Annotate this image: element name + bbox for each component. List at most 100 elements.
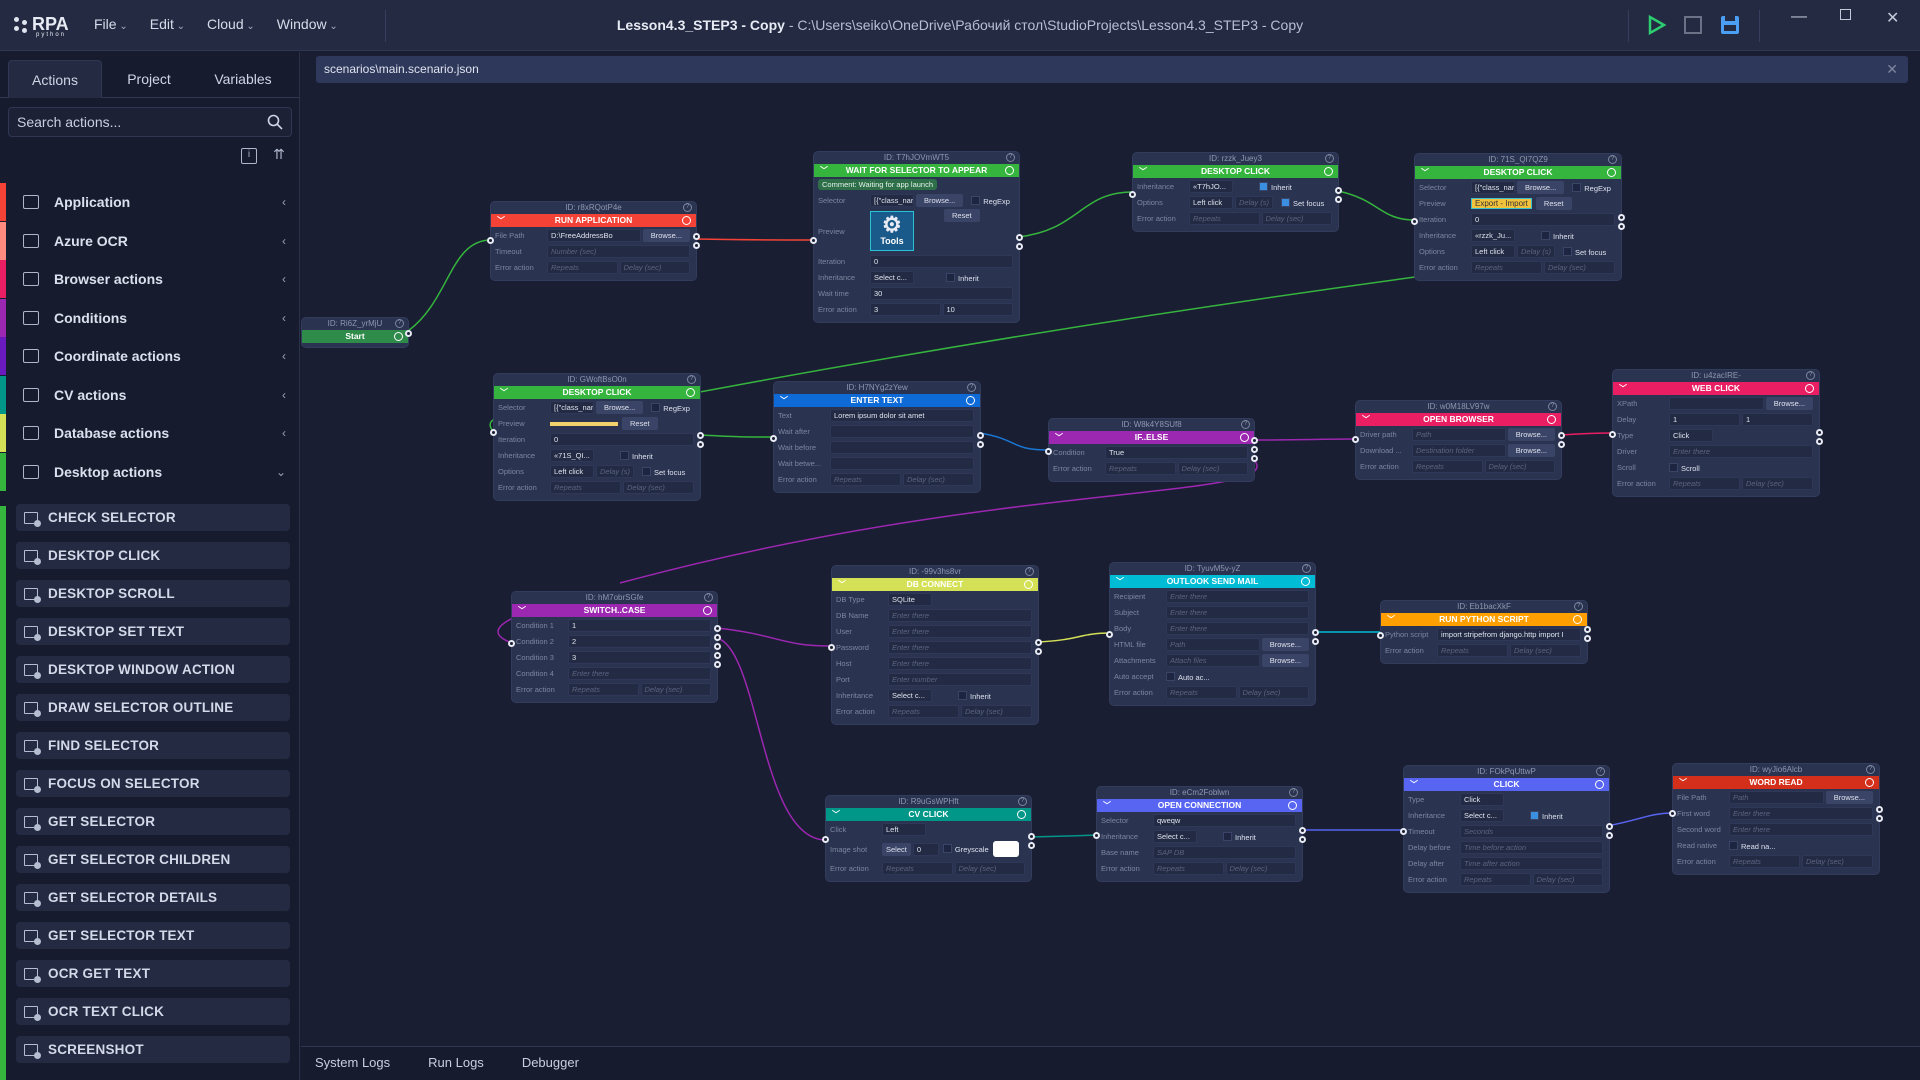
sidebar-category[interactable]: Browser actions ‹: [0, 260, 300, 298]
chevron-left-icon[interactable]: ‹: [282, 311, 286, 325]
help-icon[interactable]: ?: [1866, 765, 1875, 774]
delay-input[interactable]: Delay (sec): [640, 683, 711, 696]
driver-path-input[interactable]: Path: [1412, 428, 1506, 441]
delay-input[interactable]: Delay (sec): [1225, 862, 1296, 875]
chevron-down-icon[interactable]: ﹀: [838, 578, 846, 591]
error-port[interactable]: [1558, 441, 1565, 448]
delay-input[interactable]: Delay (sec): [619, 261, 690, 274]
node-enter-text[interactable]: ID: H7NYg2zYew? ﹀ ENTER TEXT Text Lorem ip…: [770, 382, 984, 492]
action-item[interactable]: SCREENSHOT: [16, 1036, 290, 1063]
repeats-input[interactable]: Repeats: [1729, 855, 1800, 868]
password-input[interactable]: Enter there: [888, 641, 1032, 654]
comment-icon[interactable]: [394, 332, 403, 341]
comment-icon[interactable]: [1017, 810, 1026, 819]
true-port[interactable]: [1251, 437, 1258, 444]
chevron-down-icon[interactable]: ﹀: [1421, 166, 1429, 179]
browse-button[interactable]: Browse...: [1507, 444, 1555, 457]
node-click[interactable]: ID: FOkPqUttwP? ﹀ CLICK Type Click Inherit…: [1400, 766, 1613, 892]
input-port[interactable]: [1377, 632, 1384, 639]
info-icon[interactable]: i: [241, 148, 257, 164]
error-port[interactable]: [1618, 223, 1625, 230]
close-tab-icon[interactable]: ✕: [1886, 56, 1898, 83]
input-port[interactable]: [487, 237, 494, 244]
delay-input[interactable]: 1: [1669, 413, 1740, 426]
input-port[interactable]: [1129, 191, 1136, 198]
tab-variables[interactable]: Variables: [196, 60, 290, 98]
tab-system-logs[interactable]: System Logs: [315, 1047, 390, 1080]
delay-input[interactable]: Delay (sec): [1510, 644, 1581, 657]
help-icon[interactable]: ?: [704, 593, 713, 602]
action-item[interactable]: GET SELECTOR DETAILS: [16, 884, 290, 911]
xpath-input[interactable]: [1669, 397, 1764, 410]
regexp-checkbox[interactable]: RegExp: [651, 403, 690, 413]
type-select[interactable]: Click: [1460, 793, 1504, 806]
set-focus-checkbox[interactable]: Set focus: [1563, 247, 1606, 257]
comment-icon[interactable]: [1240, 433, 1249, 442]
node-wait-for-selector[interactable]: ID: T7hJOVmWT5? ﹀ WAIT FOR SELECTOR TO AP…: [810, 152, 1023, 322]
db-type-select[interactable]: SQLite: [888, 593, 932, 606]
input-port[interactable]: [770, 435, 777, 442]
error-port[interactable]: [1299, 836, 1306, 843]
inherit-checkbox[interactable]: Inherit: [1530, 811, 1563, 821]
delay-input[interactable]: Delay (sec): [903, 473, 974, 486]
repeats-input[interactable]: Repeats: [1412, 460, 1483, 473]
node-if-else[interactable]: ID: W8k4Y8SUf8? ﹀ IF..ELSE Condition True …: [1045, 419, 1258, 481]
node-outlook-send-mail[interactable]: ID: TyuvM5v-yZ? ﹀ OUTLOOK SEND MAIL Recip…: [1106, 563, 1319, 705]
sidebar-category[interactable]: Desktop actions ⌄: [0, 452, 300, 491]
action-item[interactable]: OCR GET TEXT: [16, 960, 290, 987]
inherit-checkbox[interactable]: Inherit: [958, 691, 991, 701]
comment-icon[interactable]: [1805, 384, 1814, 393]
action-item[interactable]: FIND SELECTOR: [16, 732, 290, 759]
comment-icon[interactable]: [1547, 415, 1556, 424]
base-name-input[interactable]: SAP DB: [1153, 846, 1296, 859]
chevron-down-icon[interactable]: ﹀: [1387, 613, 1395, 626]
chevron-down-icon[interactable]: ﹀: [497, 214, 505, 227]
wait-before-input[interactable]: [830, 441, 974, 454]
browse-button[interactable]: Browse...: [1517, 181, 1565, 194]
wait-after-input[interactable]: [830, 425, 974, 438]
input-port[interactable]: [1093, 832, 1100, 839]
output-port[interactable]: [1312, 629, 1319, 636]
chevron-down-icon[interactable]: ﹀: [1116, 575, 1124, 588]
inherit-checkbox[interactable]: Inherit: [1223, 832, 1256, 842]
user-input[interactable]: Enter there: [888, 625, 1032, 638]
help-icon[interactable]: ?: [687, 375, 696, 384]
output-port[interactable]: [1618, 214, 1625, 221]
inherit-checkbox[interactable]: Inherit: [1259, 182, 1292, 192]
chevron-left-icon[interactable]: ‹: [282, 195, 286, 209]
delay-sec-input[interactable]: Delay (sec): [1544, 261, 1615, 274]
iteration-input[interactable]: 0: [870, 255, 1013, 268]
input-port[interactable]: [1669, 810, 1676, 817]
maximize-icon[interactable]: [1840, 9, 1851, 20]
select-image-button[interactable]: Select: [882, 842, 911, 856]
comment-icon[interactable]: [1324, 167, 1333, 176]
delay-input[interactable]: Delay (sec): [1484, 460, 1555, 473]
action-item[interactable]: DRAW SELECTOR OUTLINE: [16, 694, 290, 721]
sidebar-category[interactable]: Database actions ‹: [0, 414, 300, 452]
help-icon[interactable]: ?: [1596, 767, 1605, 776]
help-icon[interactable]: ?: [1018, 797, 1027, 806]
file-tab[interactable]: scenarios\main.scenario.json ✕: [316, 56, 1908, 83]
input-port[interactable]: [1411, 218, 1418, 225]
wait-between-input[interactable]: [830, 457, 974, 470]
case-1-port[interactable]: [714, 625, 721, 632]
node-desktop-click-1[interactable]: ID: rzzk_Juey3? ﹀ DESKTOP CLICK Inheritan…: [1129, 153, 1342, 231]
sidebar-category[interactable]: Azure OCR ‹: [0, 221, 300, 260]
stop-icon[interactable]: [1682, 14, 1704, 36]
browse-button[interactable]: Browse...: [1261, 654, 1309, 667]
file-path-input[interactable]: Path: [1729, 791, 1824, 804]
regexp-checkbox[interactable]: RegExp: [971, 196, 1010, 206]
chevron-down-icon[interactable]: ﹀: [1619, 382, 1627, 395]
node-word-read[interactable]: ID: wyJio6Alcb? ﹀ WORD READ File Path Path…: [1669, 764, 1883, 874]
action-item[interactable]: FOCUS ON SELECTOR: [16, 770, 290, 797]
run-icon[interactable]: [1646, 14, 1668, 36]
repeats-input[interactable]: Repeats: [1166, 686, 1237, 699]
input-port[interactable]: [490, 429, 497, 436]
input-port[interactable]: [1106, 631, 1113, 638]
recipient-input[interactable]: Enter there: [1166, 590, 1309, 603]
selector-input[interactable]: [{"class_nar: [870, 194, 914, 207]
browse-button[interactable]: Browse...: [596, 401, 644, 414]
error-port[interactable]: [1016, 243, 1023, 250]
error-port[interactable]: [1816, 438, 1823, 445]
comment-icon[interactable]: [1288, 801, 1297, 810]
